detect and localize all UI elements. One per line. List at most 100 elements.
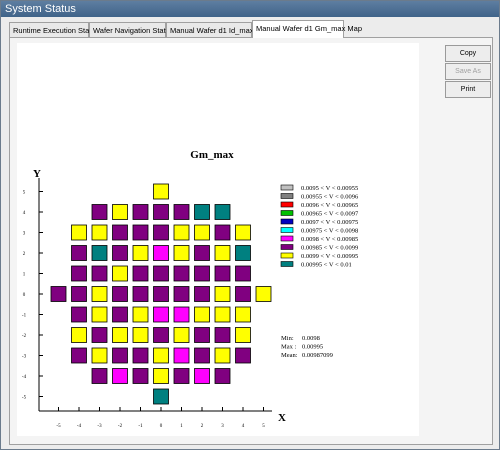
die-cell bbox=[132, 368, 149, 384]
die-cell bbox=[132, 286, 149, 302]
wafer-map-area: Gm_max Y X 5 4 3 2 1 0 -1 -2 -3 -4 -5 -5 -4 -3 -2 -1 0 1… bbox=[17, 43, 419, 436]
die-cell bbox=[214, 286, 231, 302]
die-cell bbox=[91, 327, 108, 343]
x-tick-label: -3 bbox=[97, 424, 102, 429]
die-cell bbox=[214, 204, 231, 220]
die-cell bbox=[153, 327, 169, 343]
die-cell bbox=[112, 306, 128, 323]
die-cell bbox=[132, 224, 149, 241]
stat-value: 0.0098 bbox=[302, 335, 320, 342]
system-status-window: System Status Runtime Execution Status W… bbox=[0, 0, 500, 450]
die-cell bbox=[91, 347, 108, 364]
die-cell bbox=[71, 245, 87, 261]
legend-swatch bbox=[280, 193, 294, 199]
y-tick-label: 3 bbox=[23, 232, 26, 237]
save-as-button[interactable]: Save As bbox=[445, 63, 491, 80]
legend-label: 0.0099 < V < 0.00995 bbox=[301, 253, 358, 260]
die-cell bbox=[214, 245, 231, 261]
die-cell bbox=[112, 224, 128, 241]
tab-runtime-execution-status[interactable]: Runtime Execution Status bbox=[9, 22, 99, 37]
die-cell bbox=[173, 224, 190, 241]
die-cell bbox=[194, 245, 210, 261]
die-cell bbox=[91, 245, 108, 261]
legend-swatch bbox=[280, 261, 294, 267]
die-cell bbox=[153, 265, 169, 282]
die-cell bbox=[91, 224, 108, 241]
legend-swatch bbox=[280, 210, 294, 216]
x-tick-label: -4 bbox=[77, 424, 82, 429]
tab-gm-max-map[interactable]: Manual Wafer d1 Gm_max Map bbox=[252, 20, 362, 38]
die-cell bbox=[214, 347, 231, 364]
die-cell bbox=[112, 286, 128, 302]
die-cell bbox=[132, 245, 149, 261]
die-cell bbox=[91, 368, 108, 384]
legend-swatch bbox=[280, 218, 294, 225]
die-cell bbox=[214, 368, 231, 384]
die-cell bbox=[153, 204, 169, 220]
legend-label: 0.00965 < V < 0.0097 bbox=[301, 211, 359, 218]
die-cell bbox=[214, 224, 231, 241]
x-tick-label: -1 bbox=[138, 424, 143, 429]
x-tick-label: 5 bbox=[262, 424, 265, 429]
y-tick-label: -4 bbox=[22, 375, 27, 380]
die-cell bbox=[194, 368, 210, 384]
tab-wafer-navigation-status[interactable]: Wafer Navigation Status bbox=[89, 22, 174, 37]
die-cell bbox=[173, 347, 190, 364]
die-cell bbox=[235, 245, 251, 261]
y-tick-label: 4 bbox=[23, 211, 26, 216]
die-cell bbox=[91, 204, 108, 220]
legend-label: 0.00975 < V < 0.0098 bbox=[301, 228, 358, 235]
wafer-map: Gm_max Y X 5 4 3 2 1 0 -1 -2 -3 -4 -5 -5 -4 -3 -2 -1 0 1… bbox=[22, 149, 359, 429]
die-cell bbox=[194, 306, 210, 323]
print-button[interactable]: Print bbox=[445, 81, 491, 98]
legend-label: 0.0096 < V < 0.00965 bbox=[301, 202, 358, 209]
y-tick-label: -5 bbox=[22, 396, 27, 401]
x-tick-label: 1 bbox=[180, 424, 183, 429]
die-cell bbox=[153, 368, 169, 384]
legend-swatch bbox=[280, 227, 294, 233]
map-title: Gm_max bbox=[190, 149, 234, 161]
stat-value: 0.00995 bbox=[302, 344, 323, 351]
die-cell bbox=[112, 245, 128, 261]
legend-swatch bbox=[280, 184, 294, 191]
die-cell bbox=[235, 265, 251, 282]
die-cell bbox=[173, 327, 190, 343]
y-ticks: 5 4 3 2 1 0 -1 -2 -3 -4 -5 bbox=[22, 191, 43, 401]
die-cell bbox=[91, 265, 108, 282]
die-cell bbox=[71, 306, 87, 323]
copy-button[interactable]: Copy bbox=[445, 45, 491, 62]
die-cell bbox=[153, 245, 169, 261]
legend: 0.0095 < V < 0.00955 0.00955 < V < 0.0096… bbox=[280, 184, 359, 269]
tab-id-max-map[interactable]: Manual Wafer d1 Id_max Map bbox=[166, 22, 270, 37]
die-cell bbox=[255, 286, 272, 302]
y-tick-label: 2 bbox=[23, 252, 26, 257]
die-cell bbox=[91, 306, 108, 323]
x-tick-label: -5 bbox=[56, 424, 61, 429]
die-cell bbox=[71, 327, 87, 343]
y-axis-label: Y bbox=[33, 168, 41, 180]
die-cell bbox=[153, 306, 169, 323]
die-cell bbox=[235, 224, 251, 241]
die-cell bbox=[173, 265, 190, 282]
legend-label: 0.00985 < V < 0.0099 bbox=[301, 245, 358, 252]
die-cell bbox=[194, 204, 210, 220]
die-cell bbox=[153, 224, 169, 241]
legend-swatch bbox=[280, 252, 294, 259]
die-cell bbox=[235, 306, 251, 323]
die-cell bbox=[132, 265, 149, 282]
die-cell bbox=[132, 327, 149, 343]
die-cell bbox=[112, 347, 128, 364]
die-cell bbox=[194, 347, 210, 364]
die-cell bbox=[132, 347, 149, 364]
die-cell bbox=[235, 327, 251, 343]
die-cell bbox=[214, 306, 231, 323]
x-tick-label: 2 bbox=[201, 424, 204, 429]
die-cell bbox=[194, 286, 210, 302]
x-tick-label: 3 bbox=[221, 424, 224, 429]
y-tick-label: 1 bbox=[23, 273, 26, 278]
die-cell bbox=[235, 286, 251, 302]
legend-swatch bbox=[280, 244, 294, 250]
stat-value: 0.00987099 bbox=[302, 352, 333, 359]
die-cells bbox=[50, 183, 272, 405]
die-cell bbox=[194, 327, 210, 343]
